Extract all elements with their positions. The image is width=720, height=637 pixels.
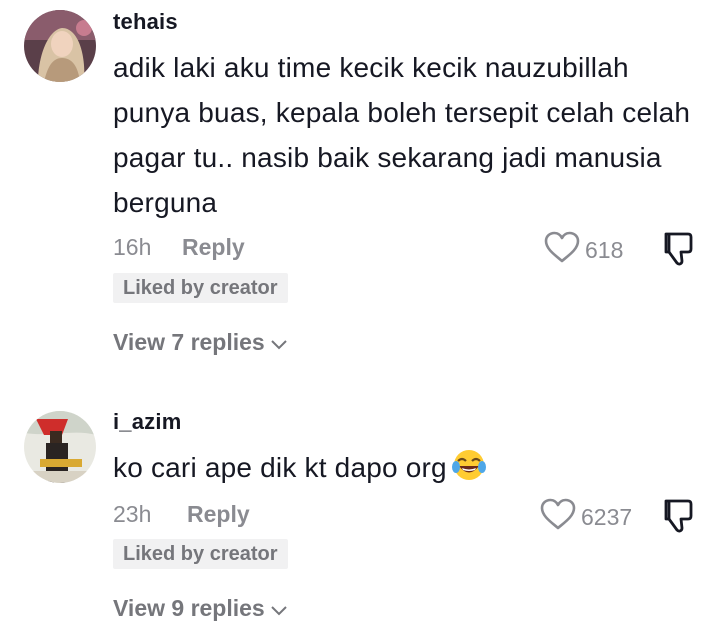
comment-text: adik laki aku time kecik kecik nauzubill… bbox=[113, 52, 691, 218]
view-replies-button[interactable]: View 7 replies bbox=[113, 329, 287, 356]
comment-item: i_azim ko cari ape dik kt dapo org 23h R… bbox=[0, 395, 720, 637]
like-count: 6237 bbox=[581, 503, 633, 530]
comment-text: ko cari ape dik kt dapo org bbox=[113, 445, 703, 496]
tears-of-joy-emoji-icon bbox=[451, 447, 487, 496]
username[interactable]: i_azim bbox=[113, 409, 181, 435]
chevron-down-icon bbox=[271, 595, 287, 622]
username[interactable]: tehais bbox=[113, 9, 178, 35]
profile-avatar-icon bbox=[24, 411, 96, 483]
thumbs-down-icon bbox=[658, 232, 696, 272]
like-button[interactable]: 6237 bbox=[539, 497, 632, 537]
chevron-down-icon bbox=[271, 329, 287, 356]
view-replies-button[interactable]: View 9 replies bbox=[113, 595, 287, 622]
like-count: 618 bbox=[585, 236, 624, 263]
reply-button[interactable]: Reply bbox=[182, 234, 245, 261]
comment-item: tehais adik laki aku time kecik kecik na… bbox=[0, 0, 720, 370]
profile-avatar-icon bbox=[24, 10, 96, 82]
heart-outline-icon bbox=[539, 497, 577, 537]
avatar[interactable] bbox=[24, 10, 96, 82]
avatar[interactable] bbox=[24, 411, 96, 483]
view-replies-label: View 7 replies bbox=[113, 329, 265, 355]
reply-button[interactable]: Reply bbox=[187, 501, 250, 528]
thumbs-down-icon bbox=[658, 499, 696, 539]
comment-time: 23h bbox=[113, 501, 152, 527]
comment-text-content: ko cari ape dik kt dapo org bbox=[113, 452, 447, 483]
heart-outline-icon bbox=[543, 230, 581, 270]
view-replies-label: View 9 replies bbox=[113, 595, 265, 621]
comment-time: 16h bbox=[113, 234, 152, 260]
like-button[interactable]: 618 bbox=[543, 230, 623, 270]
liked-by-creator-badge: Liked by creator bbox=[113, 539, 288, 569]
dislike-button[interactable] bbox=[658, 230, 696, 273]
dislike-button[interactable] bbox=[658, 497, 696, 540]
liked-by-creator-badge: Liked by creator bbox=[113, 273, 288, 303]
